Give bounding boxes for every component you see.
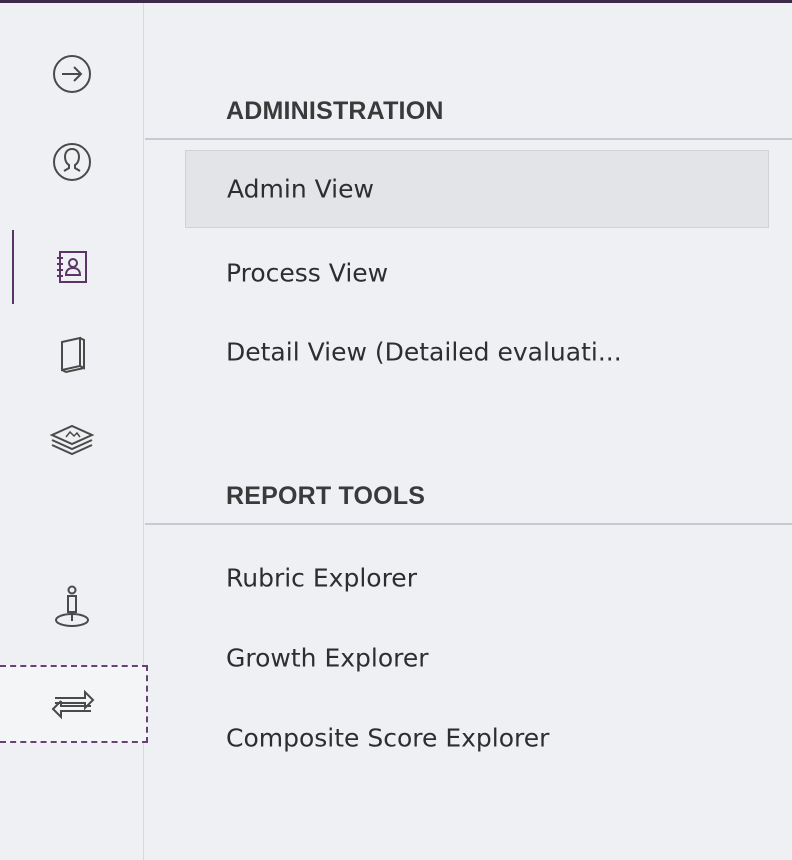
menu-item-label: Growth Explorer [226, 643, 429, 673]
rail-button-reports[interactable] [0, 665, 148, 743]
menu-item-label: Process View [226, 258, 389, 288]
section-title: REPORT TOOLS [226, 482, 426, 510]
rail-button-expand[interactable] [0, 35, 144, 113]
menu-item-growth-explorer[interactable]: Growth Explorer [185, 619, 769, 697]
rail-button-profile[interactable] [0, 123, 144, 201]
section-header-administration: ADMINISTRATION [145, 3, 792, 140]
contacts-book-icon [57, 251, 87, 283]
layers-icon [49, 424, 95, 456]
menu-item-rubric-explorer[interactable]: Rubric Explorer [185, 539, 769, 617]
menu-item-composite-score-explorer[interactable]: Composite Score Explorer [185, 699, 769, 777]
menu-panel: ADMINISTRATION Admin View Process View D… [145, 3, 792, 860]
user-circle-icon [53, 143, 91, 181]
menu-item-process-view[interactable]: Process View [185, 234, 769, 312]
menu-item-label: Admin View [227, 174, 374, 204]
swap-arrows-icon [51, 689, 95, 720]
menu-item-admin-view[interactable]: Admin View [185, 150, 769, 228]
rail-button-observation[interactable] [0, 568, 144, 646]
menu-item-label: Rubric Explorer [226, 563, 417, 593]
menu-item-label: Composite Score Explorer [226, 723, 550, 753]
section-title: ADMINISTRATION [226, 97, 444, 125]
rail-button-library[interactable] [0, 315, 144, 393]
person-pin-icon [55, 585, 89, 627]
section-header-report-tools: REPORT TOOLS [145, 443, 792, 525]
arrow-right-circle-icon [53, 55, 91, 93]
rail-button-contacts[interactable] [0, 228, 144, 306]
rail-button-layers[interactable] [0, 400, 144, 478]
menu-item-label: Detail View (Detailed evaluati... [226, 337, 622, 367]
book-icon [61, 336, 85, 374]
icon-rail [0, 3, 148, 860]
menu-item-detail-view[interactable]: Detail View (Detailed evaluati... [185, 313, 769, 391]
